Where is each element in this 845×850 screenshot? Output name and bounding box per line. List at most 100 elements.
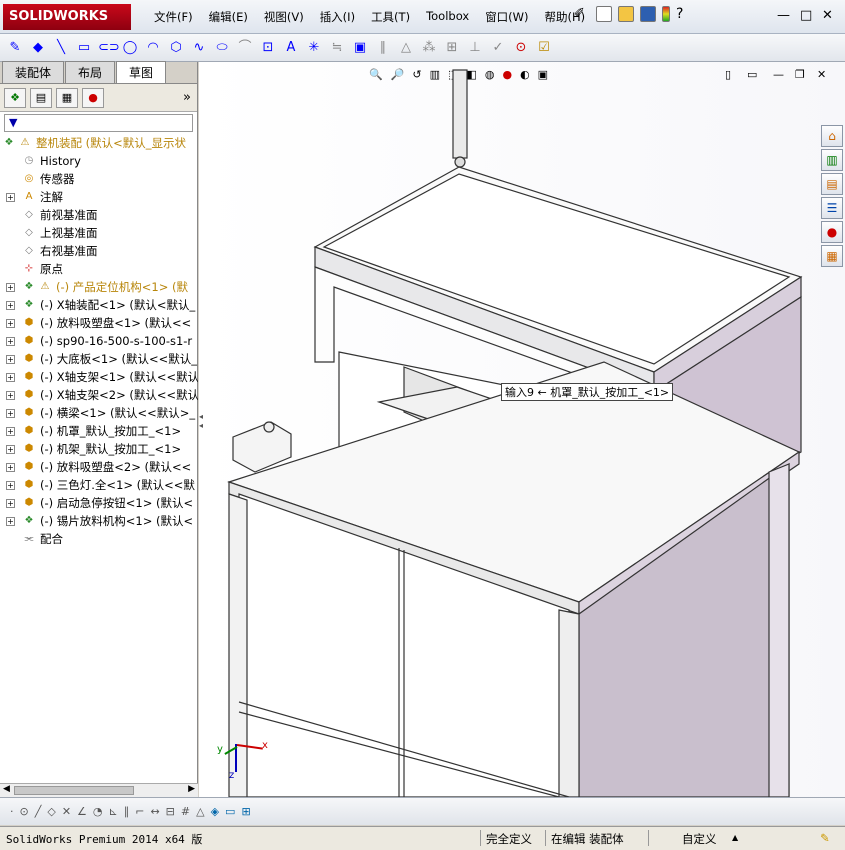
- feature-tree-icon[interactable]: ❖: [4, 87, 26, 108]
- tree-item[interactable]: + ⬢ (-) 放料吸塑盘<1> (默认<<: [0, 314, 198, 332]
- tree-item[interactable]: + ❖ ⚠ (-) 产品定位机构<1> (默: [0, 278, 198, 296]
- tangent-icon[interactable]: ◔: [93, 805, 103, 818]
- expand-toggle-icon[interactable]: +: [6, 517, 15, 526]
- custom-properties-icon[interactable]: ▦: [821, 245, 843, 267]
- help-icon[interactable]: ?: [676, 6, 683, 22]
- expand-panel-icon[interactable]: »: [183, 90, 191, 105]
- fillet-icon[interactable]: ⌒: [236, 40, 254, 56]
- scroll-left-icon[interactable]: ◀: [3, 784, 10, 794]
- menu-edit[interactable]: 编辑(E): [201, 9, 256, 25]
- corner-icon[interactable]: ⌐: [135, 805, 144, 818]
- polygon-icon[interactable]: ⬡: [167, 40, 185, 56]
- rebuild-icon[interactable]: [662, 6, 670, 22]
- expand-toggle-icon[interactable]: +: [6, 481, 15, 490]
- dimension-icon[interactable]: ↔: [150, 805, 159, 818]
- expand-toggle-icon[interactable]: +: [6, 499, 15, 508]
- horizontal-scrollbar[interactable]: ◀ ▶: [0, 783, 198, 797]
- triangle-icon[interactable]: △: [196, 805, 204, 818]
- expand-toggle-icon[interactable]: +: [6, 427, 15, 436]
- home-icon[interactable]: ⌂: [821, 125, 843, 147]
- menu-insert[interactable]: 插入(I): [312, 9, 363, 25]
- expand-toggle-icon[interactable]: +: [6, 283, 15, 292]
- circle-tool-icon[interactable]: ⊙: [20, 805, 29, 818]
- rectangle-icon[interactable]: ▭: [75, 40, 93, 56]
- repair-icon[interactable]: ✓: [489, 40, 507, 56]
- quick-tips-icon[interactable]: ✎: [820, 831, 830, 845]
- panel-splitter-handle[interactable]: ◂ ◂: [199, 412, 205, 442]
- tree-filter[interactable]: ▼: [4, 114, 193, 132]
- units-up-arrow-icon[interactable]: ▲: [732, 833, 738, 842]
- tree-item[interactable]: ◎ 传感器: [0, 170, 198, 188]
- restore-button[interactable]: □: [800, 8, 812, 23]
- mirror-icon[interactable]: △: [397, 40, 415, 56]
- parallel-icon[interactable]: ∥: [124, 805, 130, 818]
- perpendicular-icon[interactable]: ⊾: [109, 805, 118, 818]
- expand-toggle-icon[interactable]: +: [6, 373, 15, 382]
- scroll-right-icon[interactable]: ▶: [188, 784, 195, 794]
- tree-item[interactable]: + ⬢ (-) 机罩_默认_按加工_<1>: [0, 422, 198, 440]
- tree-item[interactable]: ◇ 右视基准面: [0, 242, 198, 260]
- graphics-area[interactable]: 🔍 🔎 ↺ ▥ ⬚ ◧ ◍ ● ◐ ▣ ▯ ▭ — ❐ ✕: [199, 62, 845, 797]
- save-icon[interactable]: [640, 6, 656, 22]
- cross-icon[interactable]: ✕: [62, 805, 71, 818]
- centerline-icon[interactable]: ✳: [305, 40, 323, 56]
- machine-model[interactable]: [199, 62, 845, 797]
- tree-item[interactable]: ◇ 上视基准面: [0, 224, 198, 242]
- tree-item[interactable]: ◷ History: [0, 152, 198, 170]
- tile-icon[interactable]: ⊞: [241, 805, 250, 818]
- tree-item[interactable]: + ❖ (-) X轴装配<1> (默认<默认_: [0, 296, 198, 314]
- tree-item[interactable]: ⫘ 配合: [0, 530, 198, 544]
- tree-item[interactable]: ◇ 前视基准面: [0, 206, 198, 224]
- view-palette-icon[interactable]: ☰: [821, 197, 843, 219]
- move-icon[interactable]: ⊞: [443, 40, 461, 56]
- units-selector[interactable]: 自定义: [682, 831, 717, 847]
- tree-item[interactable]: + A 注解: [0, 188, 198, 206]
- expand-toggle-icon[interactable]: +: [6, 409, 15, 418]
- tree-root-item[interactable]: ❖ ⚠ 整机装配 (默认<默认_显示状: [0, 134, 198, 152]
- tree-item[interactable]: + ⬢ (-) 启动急停按钮<1> (默认<: [0, 494, 198, 512]
- sketch-icon[interactable]: ✎: [6, 40, 24, 56]
- convert-icon[interactable]: ▣: [351, 40, 369, 56]
- expand-toggle-icon[interactable]: +: [6, 319, 15, 328]
- view-cube-icon[interactable]: ◈: [211, 805, 219, 818]
- solidworks-logo[interactable]: SOLIDWORKS: [3, 4, 131, 30]
- diamond-icon[interactable]: ◇: [47, 805, 55, 818]
- grid-icon[interactable]: #: [181, 805, 190, 818]
- expand-toggle-icon[interactable]: +: [6, 355, 15, 364]
- tree-item[interactable]: ⊹ 原点: [0, 260, 198, 278]
- menu-window[interactable]: 窗口(W): [477, 9, 536, 25]
- expand-toggle-icon[interactable]: +: [6, 391, 15, 400]
- trim-icon[interactable]: ≒: [328, 40, 346, 56]
- design-library-icon[interactable]: ▥: [821, 149, 843, 171]
- horizontal-icon[interactable]: ⊟: [166, 805, 175, 818]
- new-document-icon[interactable]: [596, 6, 612, 22]
- tree-item[interactable]: + ⬢ (-) X轴支架<2> (默认<<默认: [0, 386, 198, 404]
- circle-icon[interactable]: ◯: [121, 40, 139, 56]
- window-icon[interactable]: ▭: [225, 805, 235, 818]
- offset-icon[interactable]: ∥: [374, 40, 392, 56]
- expand-toggle-icon[interactable]: +: [6, 193, 15, 202]
- rapid-sketch-icon[interactable]: ☑: [535, 40, 553, 56]
- tree-item[interactable]: + ⬢ (-) 大底板<1> (默认<<默认_: [0, 350, 198, 368]
- expand-toggle-icon[interactable]: +: [6, 463, 15, 472]
- expand-toggle-icon[interactable]: +: [6, 337, 15, 346]
- minimize-button[interactable]: —: [777, 8, 790, 23]
- relations-icon[interactable]: ⊥: [466, 40, 484, 56]
- slot-icon[interactable]: ⊂⊃: [98, 40, 120, 56]
- tree-item[interactable]: + ❖ (-) 锡片放料机构<1> (默认<: [0, 512, 198, 530]
- tree-item[interactable]: + ⬢ (-) 横梁<1> (默认<<默认>_: [0, 404, 198, 422]
- tree-item[interactable]: + ⬢ (-) 放料吸塑盘<2> (默认<<: [0, 458, 198, 476]
- expand-toggle-icon[interactable]: +: [6, 445, 15, 454]
- tree-item[interactable]: + ⬢ (-) 机架_默认_按加工_<1>: [0, 440, 198, 458]
- close-button[interactable]: ✕: [822, 8, 833, 23]
- expand-toggle-icon[interactable]: +: [6, 301, 15, 310]
- pattern-icon[interactable]: ⁂: [420, 40, 438, 56]
- open-folder-icon[interactable]: [618, 6, 634, 22]
- scroll-thumb[interactable]: [14, 786, 134, 795]
- point-icon[interactable]: ⊡: [259, 40, 277, 56]
- configuration-manager-icon[interactable]: ▦: [56, 87, 78, 108]
- menu-file[interactable]: 文件(F): [146, 9, 201, 25]
- appearances-icon[interactable]: ●: [821, 221, 843, 243]
- dot-icon[interactable]: ·: [10, 805, 14, 818]
- tree-item[interactable]: + ⬢ (-) sp90-16-500-s-100-s1-r: [0, 332, 198, 350]
